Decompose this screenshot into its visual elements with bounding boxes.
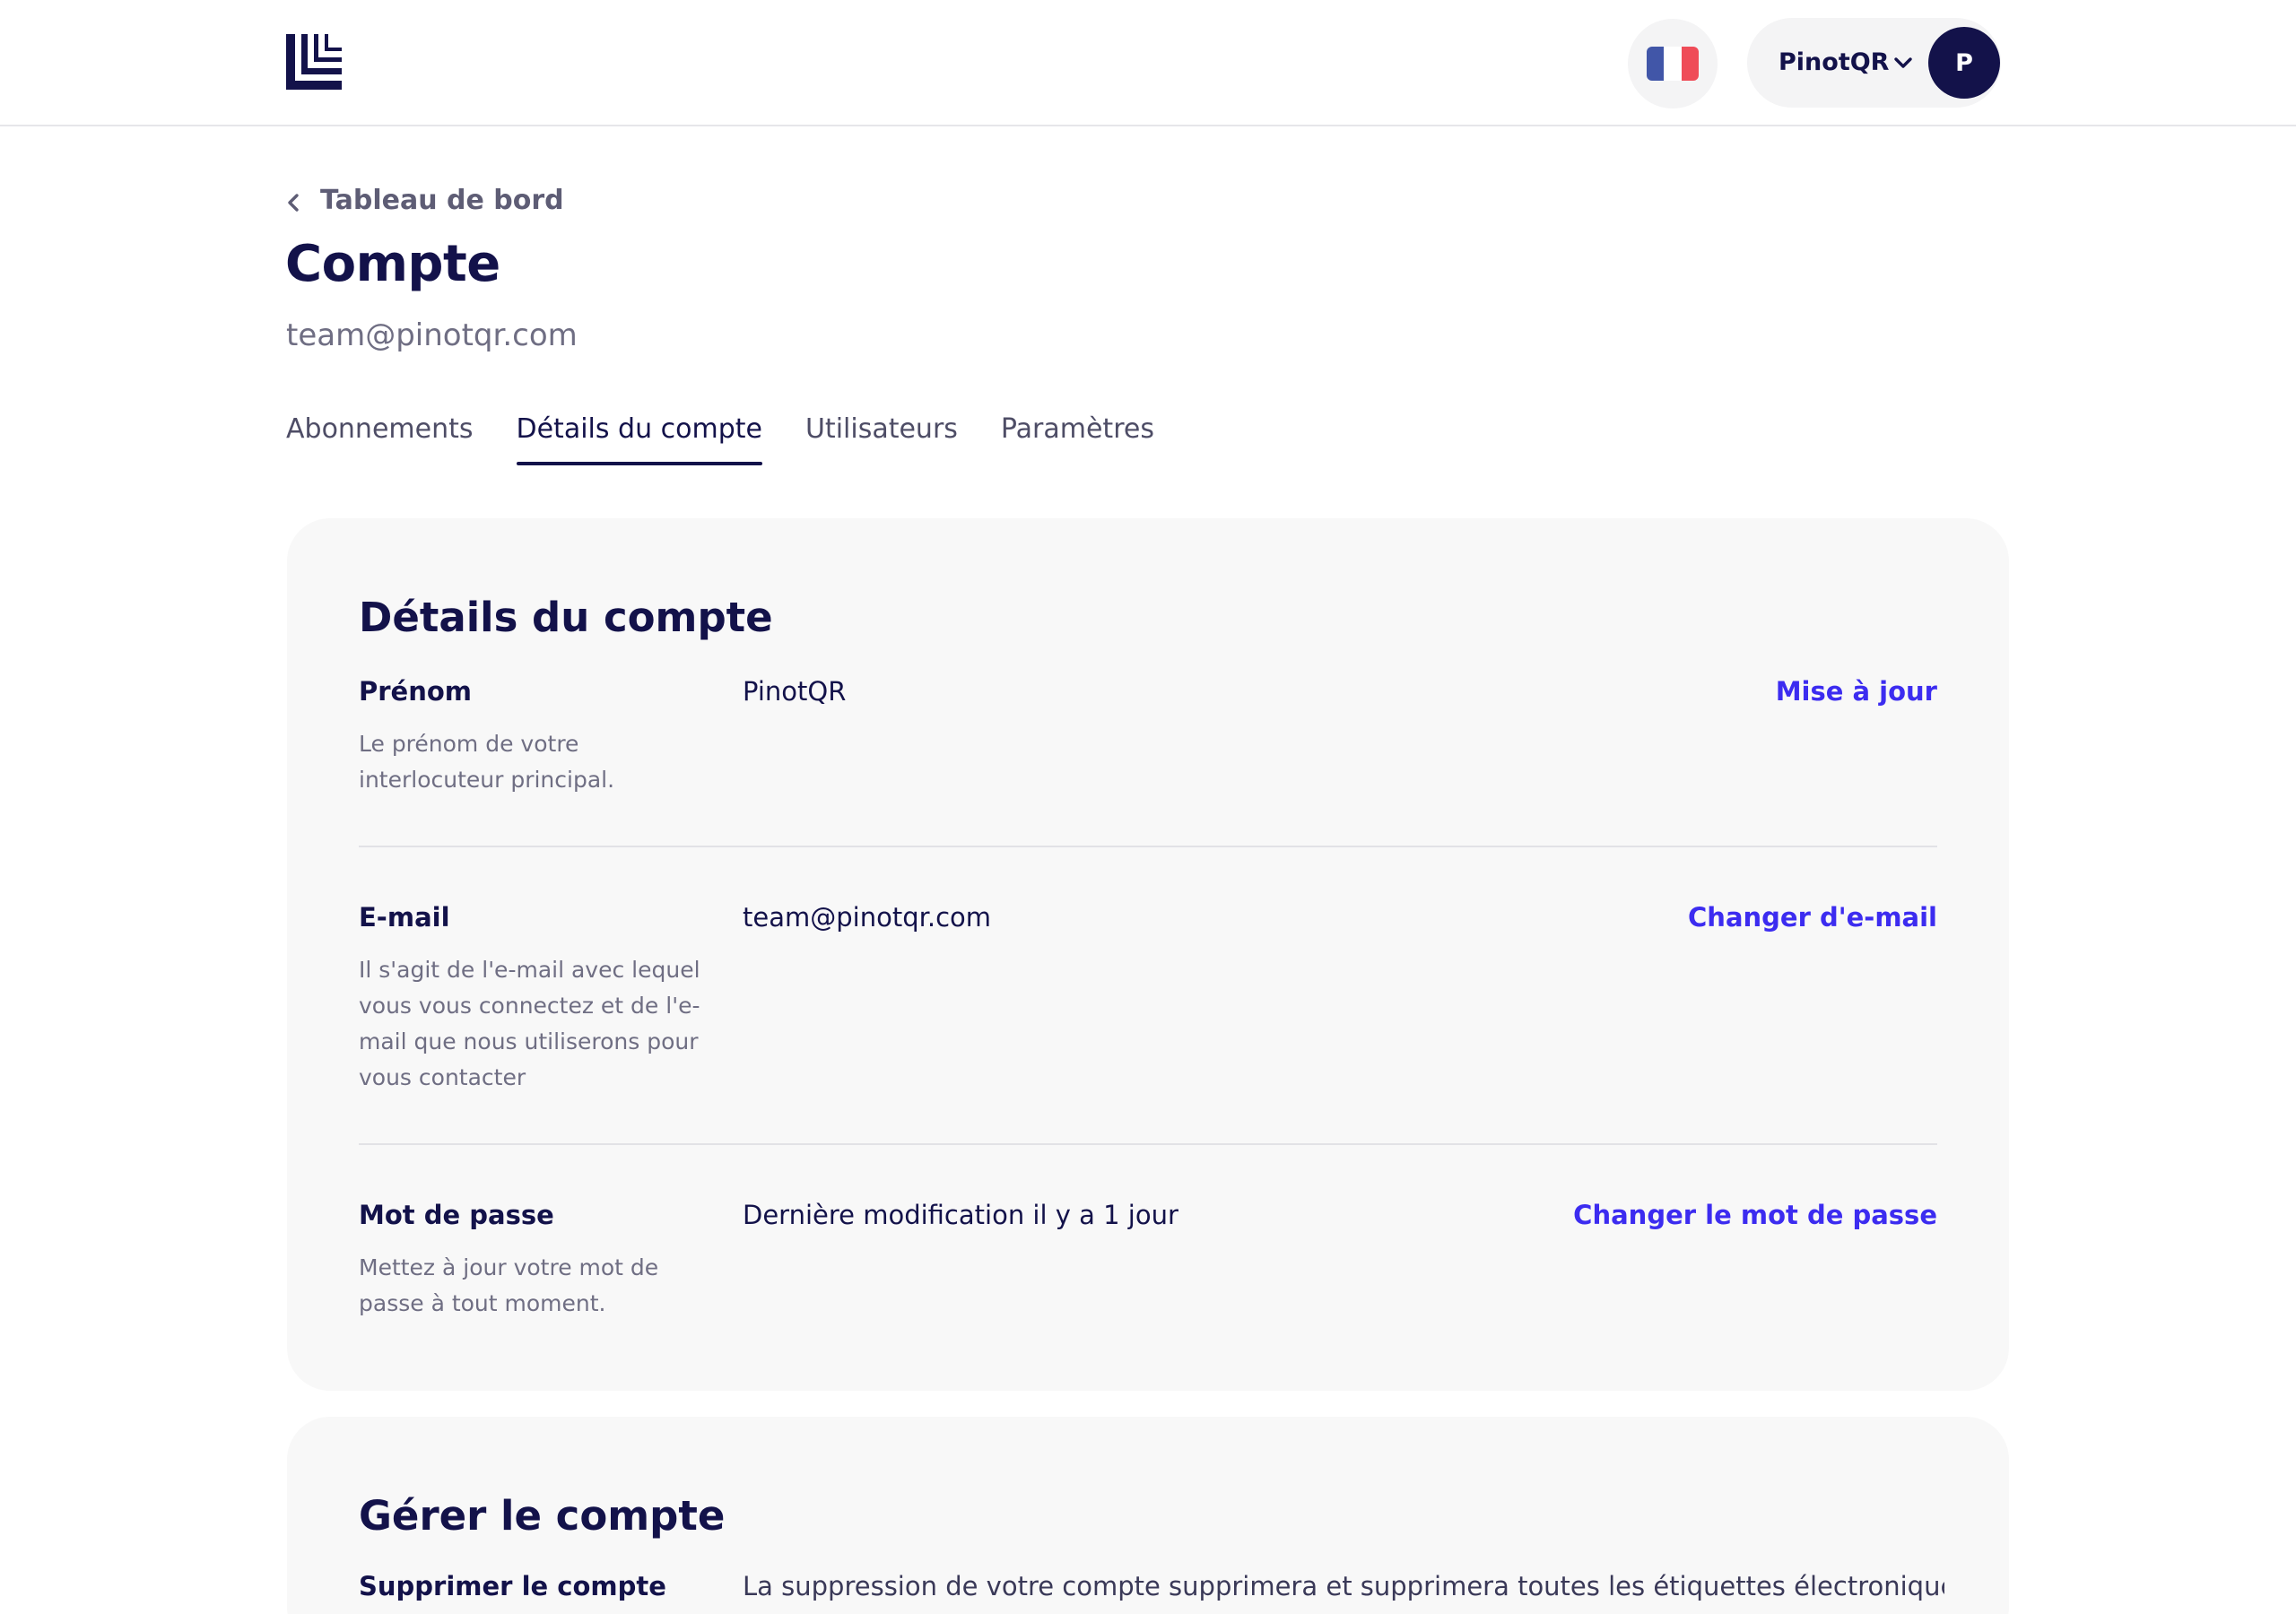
password-last-modified: Dernière modification il y a 1 jour <box>743 1200 1178 1230</box>
tab-parametres[interactable]: Paramètres <box>1001 408 1154 465</box>
french-flag-icon <box>1647 47 1699 81</box>
pinotqr-logo-icon[interactable] <box>286 34 342 90</box>
delete-account-label: Supprimer le compte <box>359 1571 666 1601</box>
first-name-description: Le prénom de votre interlocuteur princip… <box>359 731 615 793</box>
breadcrumb-back-link[interactable]: Tableau de bord <box>284 182 564 218</box>
password-label: Mot de passe <box>359 1200 554 1230</box>
first-name-value: PinotQR <box>743 676 847 707</box>
divider <box>359 1143 1937 1145</box>
account-tabs: Abonnements Détails du compte Utilisateu… <box>286 408 1197 465</box>
language-selector-button[interactable] <box>1628 19 1718 108</box>
tab-utilisateurs[interactable]: Utilisateurs <box>805 408 958 465</box>
email-label: E-mail <box>359 902 450 933</box>
email-value: team@pinotqr.com <box>743 902 992 933</box>
divider <box>359 846 1937 847</box>
top-navigation-bar: PinotQR P <box>0 0 2296 126</box>
page-title: Compte <box>285 235 500 293</box>
avatar[interactable]: P <box>1928 27 2000 99</box>
chevron-down-icon <box>1891 50 1916 75</box>
account-name: PinotQR <box>1779 48 1890 76</box>
page-subtitle-email: team@pinotqr.com <box>286 317 578 353</box>
account-page: PinotQR P Tableau de bord Compte team@pi… <box>0 0 2296 1614</box>
email-description: Il s'agit de l'e-mail avec lequel vous v… <box>359 957 700 1090</box>
change-email-link[interactable]: Changer d'e-mail <box>1688 902 1937 933</box>
card-title-manage: Gérer le compte <box>359 1492 726 1540</box>
tab-abonnements[interactable]: Abonnements <box>286 408 474 465</box>
chevron-left-icon <box>284 189 302 212</box>
change-password-link[interactable]: Changer le mot de passe <box>1573 1200 1937 1230</box>
tab-details-du-compte[interactable]: Détails du compte <box>516 408 763 465</box>
breadcrumb-label: Tableau de bord <box>320 184 564 216</box>
update-first-name-link[interactable]: Mise à jour <box>1776 676 1937 707</box>
manage-account-card: Gérer le compte Supprimer le compte La s… <box>287 1417 2009 1614</box>
delete-account-description: La suppression de votre compte supprimer… <box>743 1571 1944 1601</box>
card-title-details: Détails du compte <box>359 594 773 641</box>
first-name-label: Prénom <box>359 676 473 707</box>
account-details-card: Détails du compte Prénom Le prénom de vo… <box>287 518 2009 1391</box>
password-description: Mettez à jour votre mot de passe à tout … <box>359 1254 659 1316</box>
